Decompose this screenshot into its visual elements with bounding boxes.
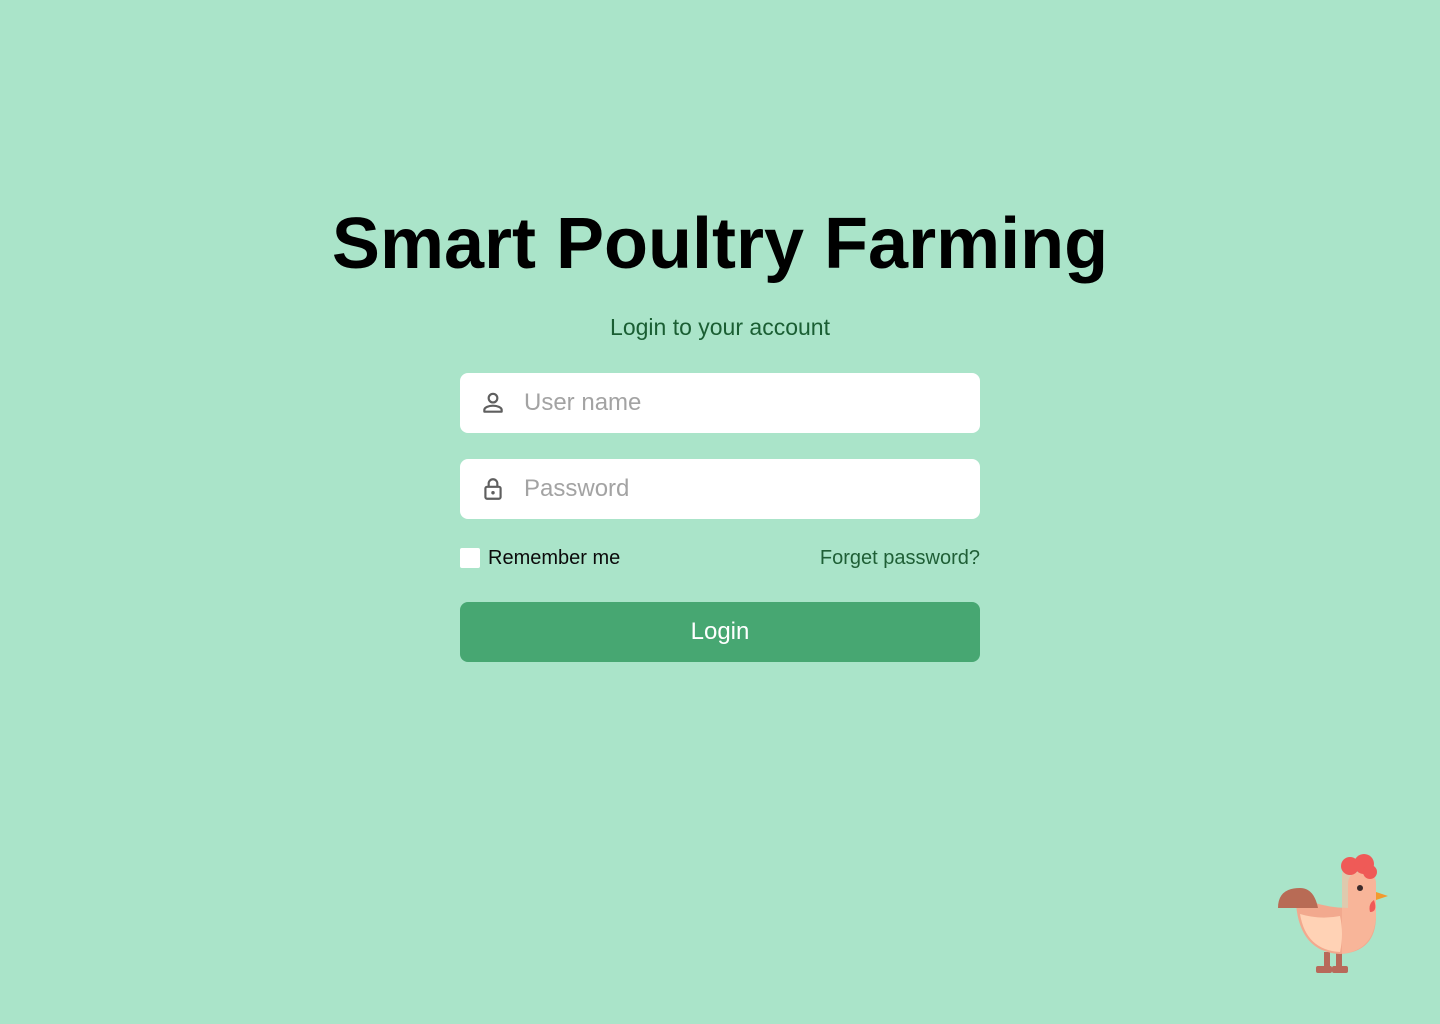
remember-me-toggle[interactable]: Remember me [460, 545, 620, 571]
forgot-password-link[interactable]: Forget password? [820, 545, 980, 571]
login-subtitle: Login to your account [610, 314, 830, 340]
password-input[interactable] [524, 459, 964, 519]
rooster-illustration [1278, 854, 1388, 973]
password-field[interactable] [460, 459, 980, 519]
user-icon [483, 392, 503, 413]
login-button[interactable]: Login [460, 602, 980, 662]
lock-icon [484, 478, 502, 500]
remember-me-checkbox[interactable] [460, 548, 480, 568]
username-input[interactable] [524, 373, 964, 433]
remember-me-label: Remember me [488, 546, 621, 569]
page-title: Smart Poultry Farming [331, 204, 1109, 284]
login-options-row: Remember me Forget password? [460, 545, 980, 571]
username-field[interactable] [460, 373, 980, 433]
